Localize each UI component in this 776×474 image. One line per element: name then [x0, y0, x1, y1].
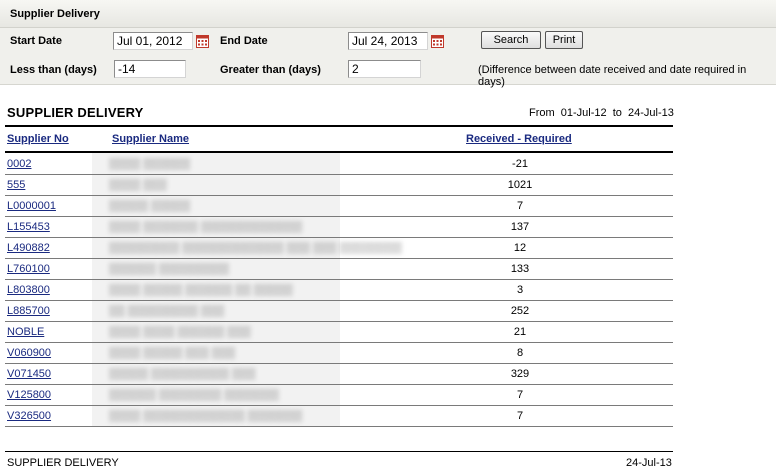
received-required-value: 21	[513, 326, 527, 338]
received-required-value: 7	[516, 200, 524, 212]
supplier-name: ▒▒▒▒ ▒▒▒▒▒▒▒▒▒▒▒▒▒ ▒▒▒▒▒▒▒	[109, 410, 303, 422]
less-than-input[interactable]	[114, 60, 186, 78]
supplier-no-link[interactable]: 0002	[7, 158, 31, 170]
table-row: L155453 ▒▒▒▒ ▒▒▒▒▒▒▒ ▒▒▒▒▒▒▒▒▒▒▒▒▒ 137	[5, 216, 673, 238]
table-row: 0002 ▒▒▒▒ ▒▒▒▒▒▒ -21	[5, 153, 673, 175]
search-button[interactable]: Search	[481, 31, 541, 49]
difference-note: (Difference between date received and da…	[478, 64, 747, 88]
received-required-value: 1021	[507, 179, 533, 191]
supplier-name: ▒▒▒▒ ▒▒▒▒▒ ▒▒▒ ▒▒▒	[109, 347, 236, 359]
start-date-input[interactable]	[113, 32, 193, 50]
supplier-no-link[interactable]: L803800	[7, 284, 50, 296]
supplier-no-link[interactable]: 555	[7, 179, 25, 191]
end-date-label: End Date	[220, 35, 268, 47]
received-required-value: -21	[512, 158, 528, 170]
received-required-value: 329	[510, 368, 530, 380]
table-row: L490882 ▒▒▒▒▒▒▒▒▒ ▒▒▒▒▒▒▒▒▒▒▒▒▒ ▒▒▒ ▒▒▒ …	[5, 237, 673, 259]
supplier-name: ▒▒ ▒▒▒▒▒▒▒▒▒ ▒▒▒	[109, 305, 225, 317]
print-button[interactable]: Print	[545, 31, 583, 49]
supplier-name: ▒▒▒▒ ▒▒▒▒▒▒▒ ▒▒▒▒▒▒▒▒▒▒▒▒▒	[109, 221, 303, 233]
table-row: L760100 ▒▒▒▒▒▒ ▒▒▒▒▒▒▒▒▒ 133	[5, 258, 673, 280]
supplier-name: ▒▒▒▒▒ ▒▒▒▒▒	[109, 200, 190, 212]
received-required-value: 12	[513, 242, 527, 254]
filter-panel: Supplier Delivery Start Date End Date Se…	[0, 0, 776, 88]
received-required-value: 3	[516, 284, 524, 296]
calendar-icon[interactable]	[431, 35, 444, 48]
supplier-name: ▒▒▒▒ ▒▒▒	[109, 179, 167, 191]
footer-report-name: SUPPLIER DELIVERY	[7, 457, 119, 469]
table-row: V060900 ▒▒▒▒ ▒▒▒▒▒ ▒▒▒ ▒▒▒ 8	[5, 342, 673, 364]
table-row: 555 ▒▒▒▒ ▒▒▒ 1021	[5, 174, 673, 196]
supplier-no-link[interactable]: L760100	[7, 263, 50, 275]
supplier-no-link[interactable]: L490882	[7, 242, 50, 254]
supplier-name: ▒▒▒▒ ▒▒▒▒ ▒▒▒▒▒▒ ▒▒▒	[109, 326, 251, 338]
supplier-no-link[interactable]: V125800	[7, 389, 51, 401]
report-title: SUPPLIER DELIVERY	[7, 105, 144, 120]
panel-title-bar: Supplier Delivery	[0, 0, 776, 28]
greater-than-label: Greater than (days)	[220, 64, 321, 76]
supplier-no-link[interactable]: L885700	[7, 305, 50, 317]
supplier-name: ▒▒▒▒▒▒▒▒▒ ▒▒▒▒▒▒▒▒▒▒▒▒▒ ▒▒▒ ▒▒▒ ▒▒▒▒▒▒▒▒	[109, 242, 402, 254]
supplier-no-link[interactable]: L0000001	[7, 200, 56, 212]
supplier-name: ▒▒▒▒▒ ▒▒▒▒▒▒▒▒▒▒ ▒▒▒	[109, 368, 256, 380]
table-row: V326500 ▒▒▒▒ ▒▒▒▒▒▒▒▒▒▒▒▒▒ ▒▒▒▒▒▒▒ 7	[5, 405, 673, 427]
supplier-no-link[interactable]: V060900	[7, 347, 51, 359]
supplier-name: ▒▒▒▒ ▒▒▒▒▒ ▒▒▒▒▒▒ ▒▒ ▒▒▒▒▒	[109, 284, 293, 296]
received-required-value: 252	[510, 305, 530, 317]
table-row: V071450 ▒▒▒▒▒ ▒▒▒▒▒▒▒▒▒▒ ▒▒▒ 329	[5, 363, 673, 385]
column-header-received-required[interactable]: Received - Required	[466, 133, 572, 145]
less-than-label: Less than (days)	[10, 64, 97, 76]
date-range: From 01-Jul-12 to 24-Jul-13	[529, 107, 674, 119]
supplier-no-link[interactable]: L155453	[7, 221, 50, 233]
header-rule	[5, 125, 673, 127]
table-row: V125800 ▒▒▒▒▒▒ ▒▒▒▒▒▒▒▒ ▒▒▒▒▒▒▒ 7	[5, 384, 673, 406]
panel-title: Supplier Delivery	[10, 8, 100, 20]
footer-date: 24-Jul-13	[626, 457, 672, 469]
received-required-value: 137	[510, 221, 530, 233]
supplier-no-link[interactable]: V071450	[7, 368, 51, 380]
table-row: NOBLE ▒▒▒▒ ▒▒▒▒ ▒▒▒▒▒▒ ▒▒▒ 21	[5, 321, 673, 343]
table-row: L885700 ▒▒ ▒▒▒▒▒▒▒▒▒ ▒▒▒ 252	[5, 300, 673, 322]
supplier-no-link[interactable]: NOBLE	[7, 326, 44, 338]
supplier-name: ▒▒▒▒▒▒ ▒▒▒▒▒▒▒▒ ▒▒▒▒▒▒▒	[109, 389, 279, 401]
supplier-name: ▒▒▒▒ ▒▒▒▒▒▒	[109, 158, 190, 170]
received-required-value: 133	[510, 263, 530, 275]
table-row: L0000001 ▒▒▒▒▒ ▒▒▒▒▒ 7	[5, 195, 673, 217]
start-date-label: Start Date	[10, 35, 62, 47]
supplier-no-link[interactable]: V326500	[7, 410, 51, 422]
column-header-supplier-name[interactable]: Supplier Name	[112, 133, 189, 145]
calendar-icon[interactable]	[196, 35, 209, 48]
received-required-value: 7	[516, 410, 524, 422]
supplier-name: ▒▒▒▒▒▒ ▒▒▒▒▒▒▒▒▒	[109, 263, 229, 275]
table-row: L803800 ▒▒▒▒ ▒▒▒▒▒ ▒▒▒▒▒▒ ▒▒ ▒▒▒▒▒ 3	[5, 279, 673, 301]
received-required-value: 8	[516, 347, 524, 359]
footer-rule	[5, 451, 673, 452]
received-required-value: 7	[516, 389, 524, 401]
greater-than-input[interactable]	[348, 60, 421, 78]
end-date-input[interactable]	[348, 32, 428, 50]
column-header-supplier-no[interactable]: Supplier No	[7, 133, 69, 145]
